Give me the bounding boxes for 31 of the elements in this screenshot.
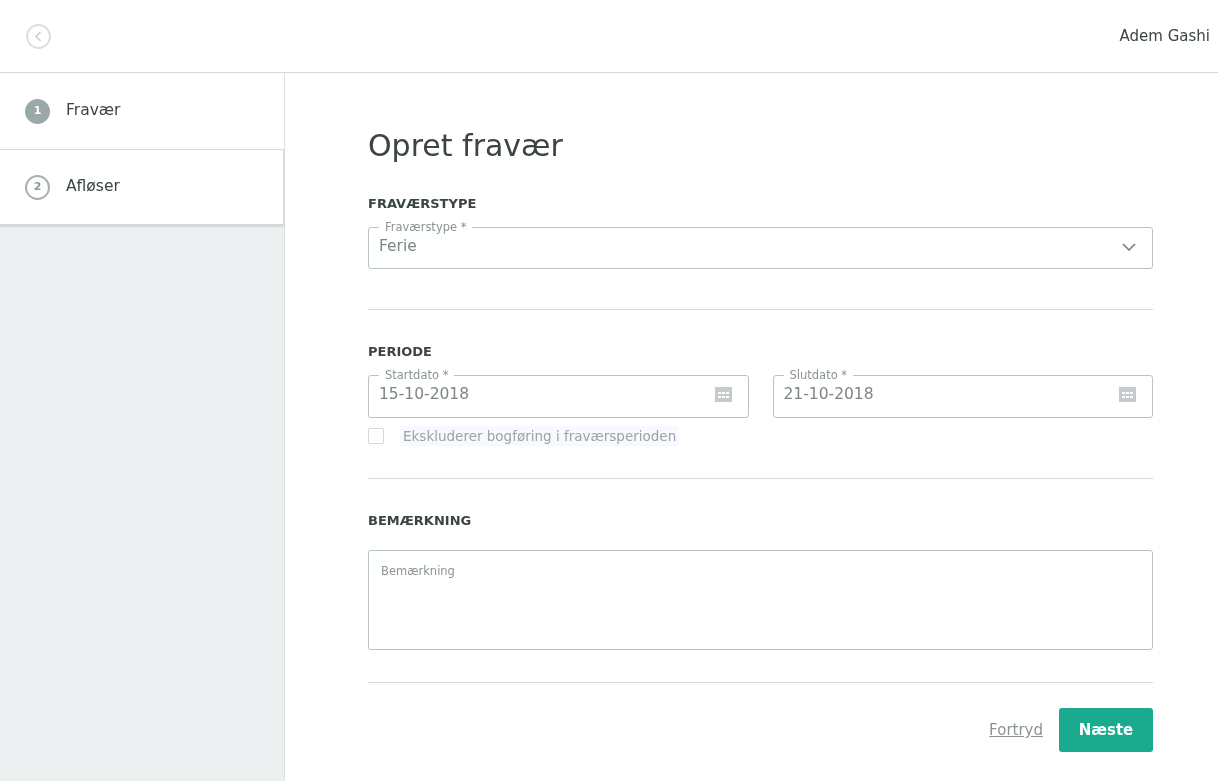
field-value: 21-10-2018 bbox=[783, 384, 875, 406]
section-heading: PERIODE bbox=[368, 343, 433, 362]
date-field[interactable]: Slutdato * 21-10-2018 bbox=[772, 369, 1153, 418]
field-label: Fraværstype * bbox=[384, 221, 468, 233]
chevron-left-icon bbox=[34, 30, 43, 42]
dropdown-field[interactable]: Fraværstype * Ferie bbox=[368, 221, 1153, 270]
field-label: Slutdato * bbox=[788, 369, 849, 382]
checkbox-label: Ekskluderer bogføring i fraværsperioden bbox=[400, 425, 680, 446]
date-field[interactable]: Startdato * 15-10-2018 bbox=[368, 369, 749, 418]
page-title: Opret fravær bbox=[368, 128, 564, 164]
field-label: Startdato * bbox=[384, 369, 450, 382]
placeholder-text: Bemærkning bbox=[380, 563, 456, 581]
user-name: Adem Gashi bbox=[1119, 25, 1210, 47]
section-heading: BEMÆRKNING bbox=[368, 511, 473, 530]
calendar-icon bbox=[1119, 387, 1136, 403]
field-value: Ferie bbox=[379, 236, 418, 257]
comment-field[interactable]: Bemærkning bbox=[368, 550, 1153, 651]
next-button[interactable]: Næste bbox=[1059, 708, 1153, 753]
field-value: 15-10-2018 bbox=[379, 384, 471, 406]
chevron-down-icon bbox=[1122, 242, 1136, 251]
step-item[interactable]: 2 Afløser bbox=[0, 149, 284, 225]
checkbox[interactable] bbox=[368, 427, 384, 444]
step-number: 2 bbox=[25, 174, 50, 200]
step-label: Afløser bbox=[66, 176, 120, 198]
cancel-link[interactable]: Fortryd bbox=[989, 719, 1043, 742]
back-button[interactable] bbox=[26, 23, 51, 49]
step-number: 1 bbox=[25, 98, 50, 124]
step-label: Fravær bbox=[66, 100, 121, 122]
section-heading: FRAVÆRSTYPE bbox=[368, 195, 478, 213]
step-item[interactable]: 1 Fravær bbox=[0, 73, 284, 149]
calendar-icon bbox=[714, 387, 732, 403]
